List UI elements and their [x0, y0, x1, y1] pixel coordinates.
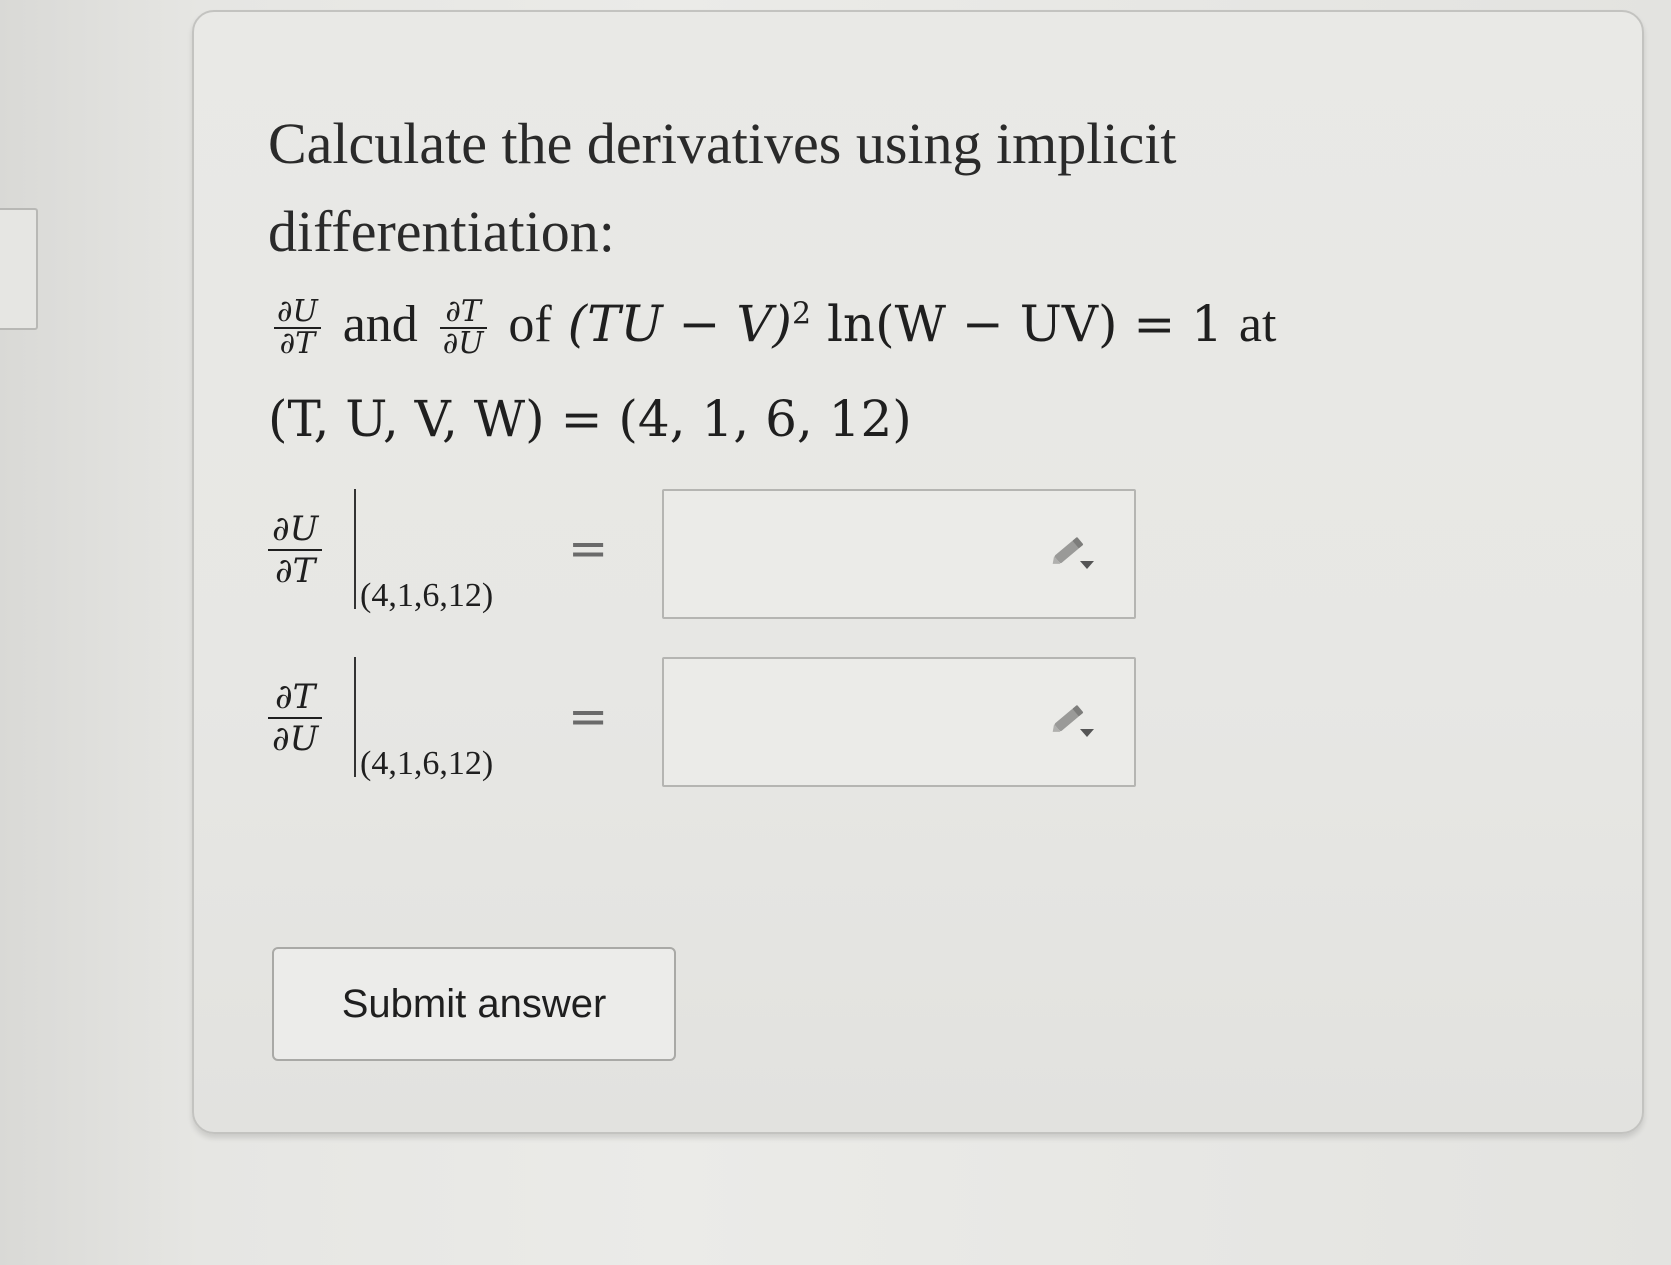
question-card: Calculate the derivatives using implicit…	[192, 10, 1644, 1134]
submit-answer-button[interactable]: Submit answer	[272, 947, 676, 1061]
answer-2-input[interactable]	[662, 657, 1136, 787]
answer-row-1: ∂U ∂T (4,1,6,12) =	[268, 489, 1136, 629]
question-line-2: differentiation:	[268, 199, 615, 264]
page: Calculate the derivatives using implicit…	[0, 0, 1671, 1265]
question-line-1: Calculate the derivatives using implicit	[268, 111, 1177, 176]
answer-1-fraction: ∂U ∂T	[268, 509, 323, 591]
answer-row-2: ∂T ∂U (4,1,6,12) =	[268, 657, 1136, 797]
evaluation-bar	[354, 657, 356, 777]
answer-2-fraction: ∂T ∂U	[268, 677, 323, 759]
exponent: 2	[791, 296, 812, 332]
equals-sign: =	[568, 521, 609, 577]
evaluation-point: (T, U, V, W) = (4, 1, 6, 12)	[268, 390, 912, 448]
answer-2-point: (4,1,6,12)	[360, 745, 494, 782]
pencil-dropdown-icon[interactable]	[1048, 531, 1096, 571]
fraction-dU-dT: ∂U ∂T	[274, 297, 321, 359]
fraction-dT-dU: ∂T ∂U	[439, 297, 487, 359]
pencil-dropdown-icon[interactable]	[1048, 699, 1096, 739]
question-text: Calculate the derivatives using implicit…	[268, 100, 1328, 276]
equals-sign: =	[568, 689, 609, 745]
equation-part-a: (TU − V)	[567, 295, 792, 353]
equation-part-b: ln(W − UV) = 1	[826, 295, 1223, 353]
evaluation-bar	[354, 489, 356, 609]
answer-1-point: (4,1,6,12)	[360, 577, 494, 614]
answer-1-input[interactable]	[662, 489, 1136, 619]
derivative-statement: ∂U ∂T and ∂T ∂U of (TU − V)2 ln(W − UV) …	[268, 295, 1276, 359]
side-panel-edge[interactable]	[0, 208, 38, 330]
